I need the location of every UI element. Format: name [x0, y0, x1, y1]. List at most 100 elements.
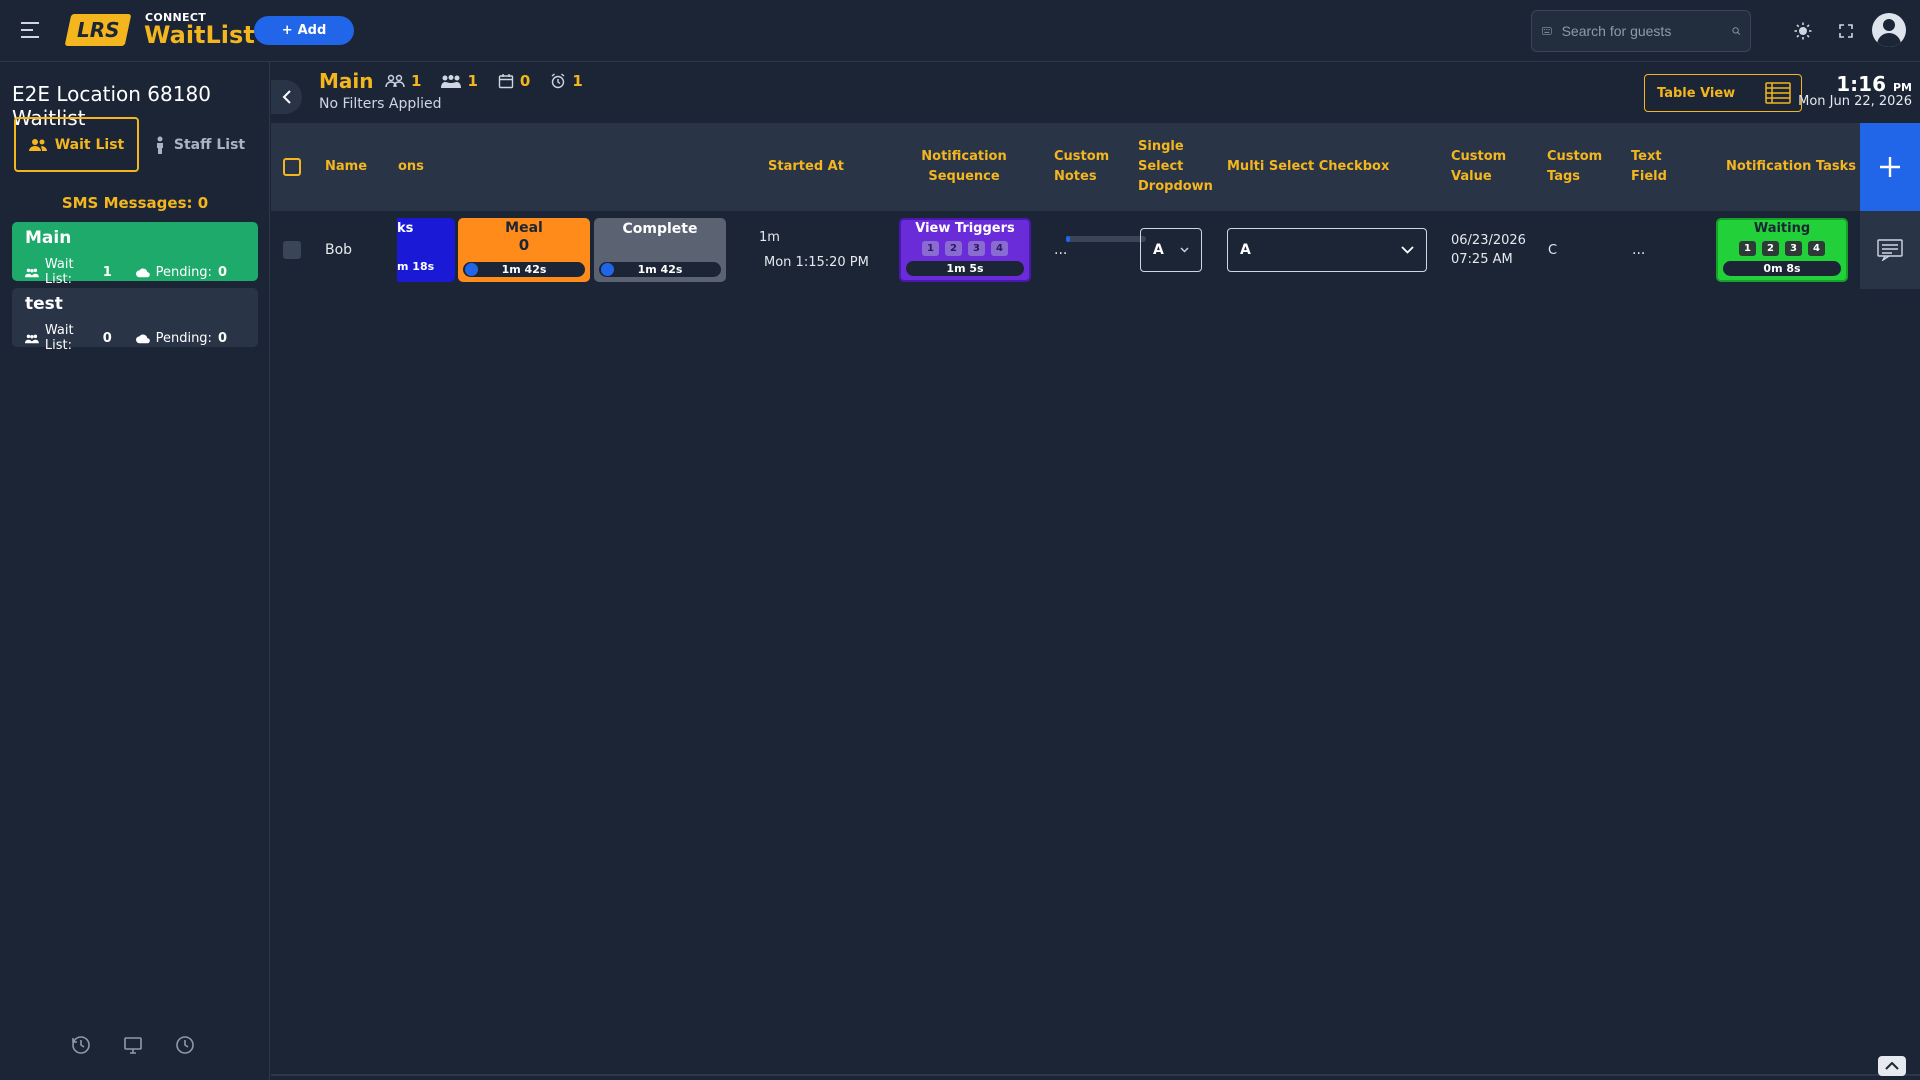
partial-status-time: m 18s: [397, 260, 435, 273]
status-card-complete[interactable]: Complete 1m 42s: [594, 218, 726, 282]
top-bar: LRS CONNECT WaitList + Add: [0, 0, 1920, 62]
person-icon: [156, 136, 163, 154]
main-header: Main 1 1 0 1 No Filters Applied Table Vi…: [271, 62, 1920, 122]
guests-icon: [385, 74, 405, 88]
plus-icon: [1880, 157, 1900, 177]
keyboard-icon: [1542, 27, 1552, 35]
table-view-toggle[interactable]: Table View: [1644, 74, 1802, 112]
plus-icon: +: [281, 23, 293, 38]
col-statuses[interactable]: ons: [398, 123, 424, 211]
col-notification-sequence[interactable]: Notification Sequence: [909, 123, 1019, 211]
wait-count: 0: [102, 330, 112, 346]
col-notification-tasks[interactable]: Notification Tasks: [1711, 123, 1871, 211]
col-name[interactable]: Name: [325, 123, 367, 211]
select-all-cell: [283, 123, 301, 211]
select-all-checkbox[interactable]: [283, 158, 301, 176]
pending-count: 0: [217, 330, 227, 346]
chevron-up-icon: [1885, 1062, 1899, 1070]
custom-tags[interactable]: C: [1548, 211, 1557, 289]
people-icon: [25, 334, 39, 343]
col-custom-notes[interactable]: Custom Notes: [1054, 123, 1119, 211]
started-progress: [1066, 236, 1146, 242]
table-list-icon: [1765, 82, 1791, 104]
pending-count: 0: [217, 264, 227, 280]
alarm-icon: [551, 73, 565, 89]
task-timer: 0m 8s: [1723, 261, 1841, 276]
alarms-stat: 1: [550, 72, 583, 90]
guest-name[interactable]: Bob: [325, 211, 352, 289]
filters-status: No Filters Applied: [319, 96, 442, 112]
text-field[interactable]: ...: [1632, 211, 1645, 289]
guests-stat: 1: [385, 72, 421, 90]
complete-timer: 1m 42s: [599, 262, 721, 277]
cloud-icon: [135, 334, 150, 343]
logo: LRS: [64, 14, 132, 46]
bottom-divider: [271, 1074, 1920, 1076]
notification-tasks-card[interactable]: Waiting 1 2 3 4 0m 8s: [1716, 218, 1848, 282]
row-select-cell: [283, 211, 301, 289]
parties-icon: [441, 75, 462, 88]
custom-value[interactable]: 06/23/2026 07:25 AM: [1451, 211, 1526, 289]
notes-icon: [1877, 239, 1903, 261]
clock-icon[interactable]: [174, 1034, 196, 1056]
parties-stat: 1: [441, 72, 478, 90]
notification-steps: 1 2 3 4: [901, 241, 1029, 256]
row-checkbox[interactable]: [283, 241, 301, 259]
add-button[interactable]: + Add: [254, 16, 354, 45]
current-time: 1:16 PM Mon Jun 22, 2026: [1798, 72, 1912, 109]
collapse-sidebar-button[interactable]: [271, 80, 302, 114]
task-steps: 1 2 3 4: [1718, 241, 1846, 256]
table-row[interactable]: Bob ks m 18s Meal 0 1m 42s Complete 1m 4…: [271, 211, 1860, 289]
meal-count: 0: [518, 236, 530, 254]
col-text-field[interactable]: Text Field: [1631, 123, 1681, 211]
sidebar: E2E Location 68180 Waitlist Wait List St…: [0, 62, 270, 1080]
brand-waitlist: WaitList: [144, 21, 255, 49]
started-at: Mon 1:15:20 PM: [764, 254, 869, 270]
single-select-dropdown[interactable]: A: [1140, 228, 1202, 272]
col-multi-select[interactable]: Multi Select Checkbox: [1227, 123, 1389, 211]
status-card-meal[interactable]: Meal 0 1m 42s: [458, 218, 590, 282]
custom-notes[interactable]: ...: [1054, 211, 1067, 289]
col-custom-tags[interactable]: Custom Tags: [1547, 123, 1607, 211]
calendar-icon: [498, 74, 514, 89]
fullscreen-icon[interactable]: [1833, 18, 1859, 44]
cloud-icon: [135, 268, 150, 277]
scroll-to-top-button[interactable]: [1878, 1056, 1906, 1076]
menu-icon[interactable]: [21, 22, 39, 38]
chevron-down-icon: [1180, 247, 1189, 253]
notification-sequence-card[interactable]: View Triggers 1 2 3 4 1m 5s: [899, 218, 1031, 282]
add-column-button[interactable]: [1860, 123, 1920, 211]
multi-select-checkbox[interactable]: A: [1227, 228, 1427, 272]
chevron-left-icon: [282, 90, 291, 104]
monitor-icon[interactable]: [122, 1034, 144, 1056]
people-icon: [25, 268, 39, 277]
col-single-select[interactable]: Single Select Dropdown: [1138, 123, 1213, 211]
notification-timer: 1m 5s: [906, 261, 1024, 276]
meal-timer: 1m 42s: [463, 262, 585, 277]
list-card-main[interactable]: Main Wait List: 1 Pending: 0: [12, 222, 258, 287]
wait-count: 1: [102, 264, 112, 280]
tab-staff-list[interactable]: Staff List: [139, 117, 260, 172]
col-custom-value[interactable]: Custom Value: [1451, 123, 1511, 211]
page-title: Main: [319, 69, 374, 93]
sidebar-footer: [70, 1034, 196, 1056]
tab-wait-list[interactable]: Wait List: [14, 117, 139, 172]
row-notes-button[interactable]: [1860, 211, 1920, 289]
user-avatar[interactable]: [1872, 13, 1906, 47]
history-icon[interactable]: [70, 1034, 92, 1056]
theme-toggle-icon[interactable]: [1790, 18, 1816, 44]
guest-search[interactable]: [1531, 10, 1751, 52]
current-date: Mon Jun 22, 2026: [1798, 94, 1912, 109]
list-card-test[interactable]: test Wait List: 0 Pending: 0: [12, 288, 258, 353]
list-name: Main: [25, 228, 72, 248]
reservations-stat: 0: [498, 72, 530, 90]
table-header: Name ons Started At Notification Sequenc…: [271, 123, 1860, 211]
list-name: test: [25, 294, 63, 314]
list-tabs: Wait List Staff List: [14, 117, 260, 172]
search-input[interactable]: [1561, 23, 1722, 39]
search-icon[interactable]: [1732, 24, 1740, 38]
chevron-down-icon: [1401, 246, 1414, 254]
status-card-partial[interactable]: ks m 18s: [397, 218, 455, 282]
people-icon: [28, 138, 47, 151]
header-stats: 1 1 0 1: [385, 72, 583, 90]
